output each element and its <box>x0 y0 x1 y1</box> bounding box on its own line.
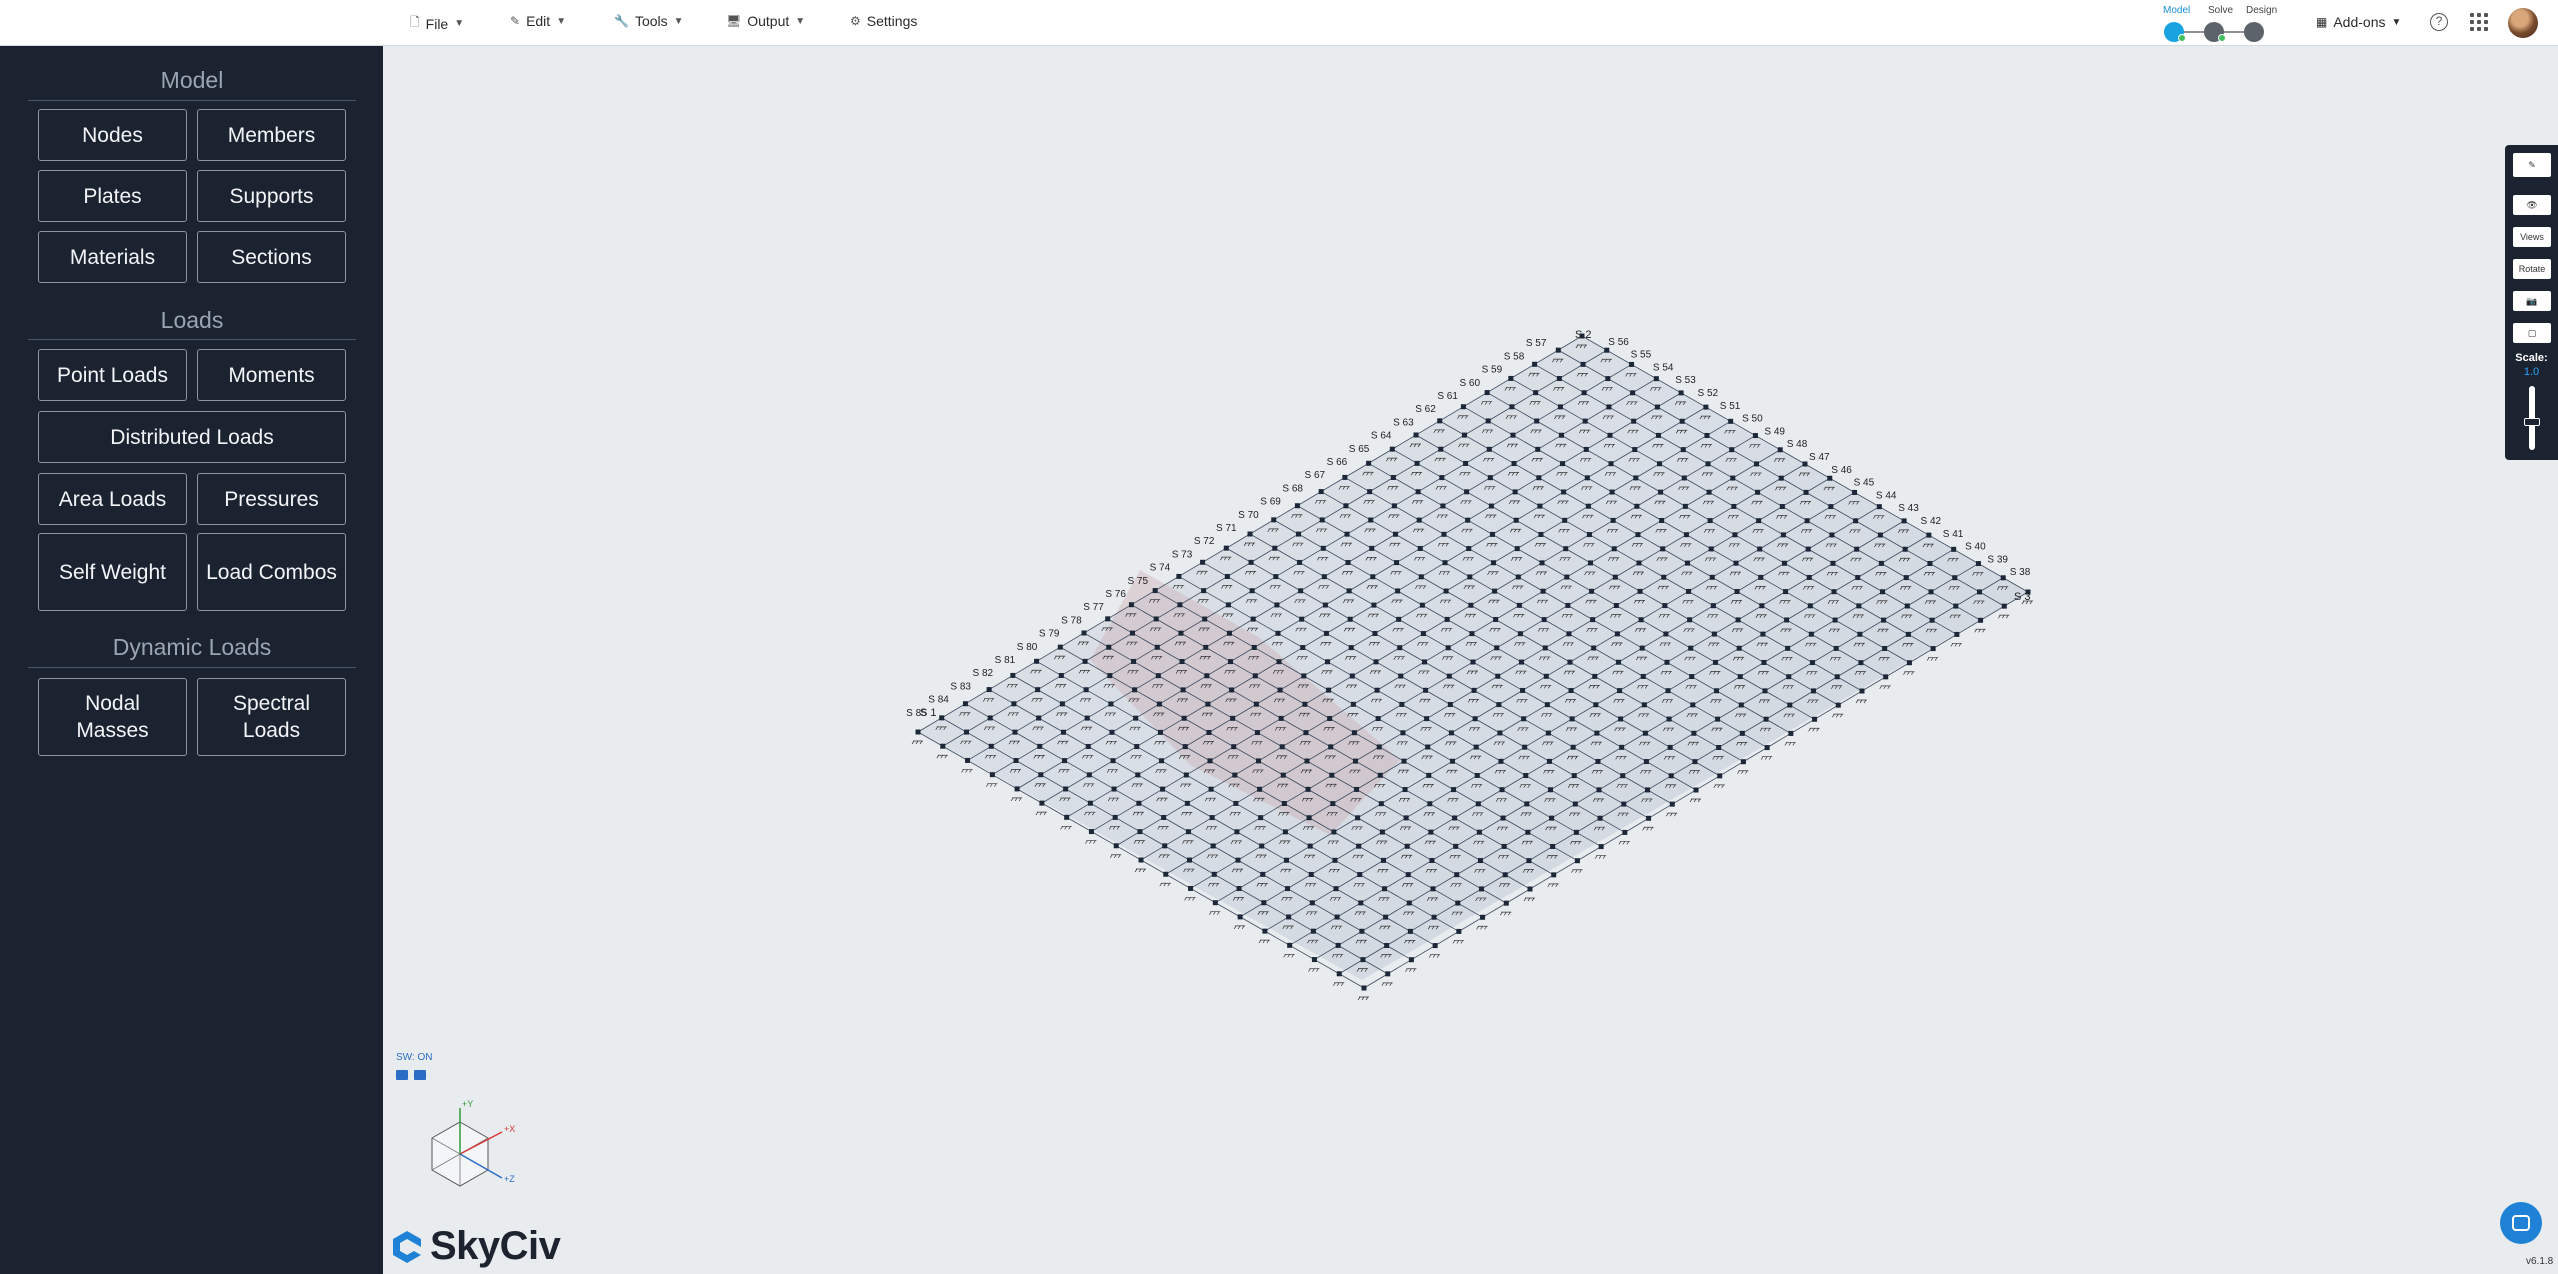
skyciv-logo-icon <box>393 1230 421 1263</box>
check-icon <box>2178 34 2186 42</box>
divider <box>28 100 356 101</box>
view-mini-icons <box>396 1070 426 1080</box>
load-combos-button[interactable]: Load Combos <box>197 533 346 611</box>
3d-view-button[interactable]: ▢ <box>2513 323 2551 343</box>
sections-button[interactable]: Sections <box>197 231 346 283</box>
stage-design-label: Design <box>2246 5 2278 16</box>
gear-icon: ⚙ <box>850 14 861 28</box>
stage-model-label: Model <box>2163 5 2191 16</box>
top-menu-bar: 🗋 File ▼ ✎ Edit ▼ 🔧 Tools ▼ 🖥 Output ▼ ⚙… <box>0 0 2558 46</box>
supports-button[interactable]: Supports <box>197 170 346 222</box>
menu-edit[interactable]: ✎ Edit ▼ <box>510 13 566 29</box>
menu-output-label: Output <box>747 13 790 29</box>
axis-y-label: +Y <box>462 1099 473 1109</box>
axis-x-label: +X <box>504 1124 515 1134</box>
grid-icon: ▦ <box>2316 15 2328 29</box>
workflow-stages: Model Solve Design <box>2160 2 2278 42</box>
scale-label: Scale: <box>2515 352 2548 364</box>
check-icon <box>2218 34 2226 42</box>
scale-slider-handle[interactable] <box>2524 418 2540 426</box>
distributed-loads-button[interactable]: Distributed Loads <box>38 411 346 463</box>
chevron-down-icon: ▼ <box>454 18 465 29</box>
camera-icon: 📷 <box>2526 295 2538 306</box>
version-label: v6.1.8 <box>2526 1256 2554 1267</box>
section-title-dynamic-loads: Dynamic Loads <box>112 634 272 660</box>
edit-mode-button[interactable]: ✎ <box>2513 153 2551 177</box>
moments-button[interactable]: Moments <box>197 349 346 401</box>
self-weight-button[interactable]: Self Weight <box>38 533 187 611</box>
skyciv-logo: SkyCiv <box>390 1224 561 1269</box>
chevron-down-icon: ▼ <box>795 15 806 27</box>
axis-orientation-cube[interactable]: +Y +X +Z <box>410 1096 530 1206</box>
addons-menu[interactable]: ▦ Add-ons ▼ <box>2316 14 2401 30</box>
chat-icon <box>2512 1215 2530 1231</box>
menu-tools[interactable]: 🔧 Tools ▼ <box>614 13 684 29</box>
members-button[interactable]: Members <box>197 109 346 161</box>
3d-model-viewport[interactable] <box>383 46 2558 1274</box>
avatar[interactable] <box>2508 8 2538 38</box>
menu-output[interactable]: 🖥 Output ▼ <box>726 13 805 29</box>
help-icon[interactable]: ? <box>2430 13 2448 31</box>
addons-label: Add-ons <box>2333 14 2386 30</box>
cube-icon: ▢ <box>2527 327 2537 338</box>
menu-edit-label: Edit <box>526 13 551 29</box>
pencil-icon: ✎ <box>2528 159 2536 170</box>
visibility-button[interactable]: 👁 <box>2513 195 2551 215</box>
point-loads-button[interactable]: Point Loads <box>38 349 187 401</box>
nodal-masses-button[interactable]: Nodal Masses <box>38 678 187 756</box>
logo-wordmark: SkyCiv <box>430 1224 561 1268</box>
stage-design-button[interactable] <box>2244 22 2264 42</box>
menu-tools-label: Tools <box>634 13 668 29</box>
screenshot-button[interactable]: 📷 <box>2513 291 2551 311</box>
stage-solve-label: Solve <box>2208 5 2234 16</box>
area-loads-button[interactable]: Area Loads <box>38 473 187 525</box>
axis-z-label: +Z <box>504 1174 515 1184</box>
chevron-down-icon: ▼ <box>2391 16 2402 28</box>
views-button[interactable]: Views <box>2513 227 2551 247</box>
lock-icon[interactable] <box>396 1070 408 1080</box>
monitor-icon: 🖥 <box>726 14 742 28</box>
chat-support-button[interactable] <box>2500 1202 2542 1244</box>
plates-button[interactable]: Plates <box>38 170 187 222</box>
apps-grid-icon[interactable] <box>2470 13 2488 31</box>
section-title-loads: Loads <box>160 307 224 333</box>
scale-value: 1.0 <box>2523 366 2540 378</box>
divider <box>28 339 356 340</box>
pencil-icon: ✎ <box>510 14 521 28</box>
spectral-loads-button[interactable]: Spectral Loads <box>197 678 346 756</box>
eye-icon: 👁 <box>2526 199 2538 210</box>
sidebar: Model Nodes Members Plates Supports Mate… <box>0 46 383 1274</box>
materials-button[interactable]: Materials <box>38 231 187 283</box>
self-weight-status: SW: ON <box>396 1052 433 1063</box>
menu-file-label: File <box>425 15 449 32</box>
section-title-model: Model <box>160 67 224 93</box>
menu-settings[interactable]: ⚙ Settings <box>850 13 917 29</box>
chevron-down-icon: ▼ <box>556 15 567 27</box>
camera-icon[interactable] <box>414 1070 426 1080</box>
file-icon: 🗋 <box>410 15 420 29</box>
rotate-button[interactable]: Rotate <box>2513 259 2551 279</box>
wrench-icon: 🔧 <box>614 14 629 28</box>
menu-settings-label: Settings <box>866 13 918 29</box>
divider <box>28 667 356 668</box>
pressures-button[interactable]: Pressures <box>197 473 346 525</box>
chevron-down-icon: ▼ <box>673 15 684 27</box>
menu-file[interactable]: 🗋 File ▼ <box>410 13 464 34</box>
nodes-button[interactable]: Nodes <box>38 109 187 161</box>
